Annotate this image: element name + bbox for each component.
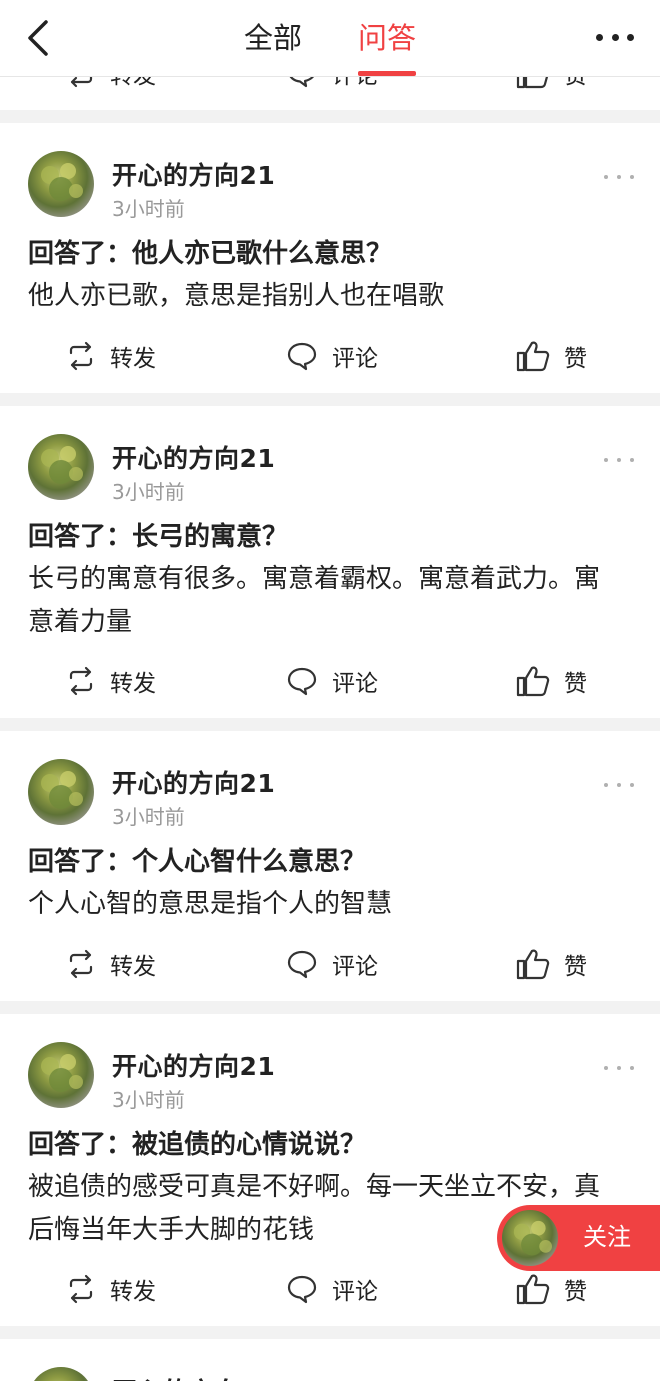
question-title[interactable]: 回答了：个人心智什么意思？ — [28, 841, 366, 878]
feed-card: 开心的方向21 3小时前 回答了：长弓的寓意？ 长弓的寓意有很多。寓意着霸权。寓… — [0, 406, 660, 718]
answer-text[interactable]: 长弓的寓意有很多。寓意着霸权。寓意着武力。寓意着力量 — [28, 558, 608, 644]
like-label: 赞 — [564, 346, 587, 372]
like-button[interactable]: 赞 — [516, 339, 587, 373]
comment-button[interactable]: 评论 — [286, 947, 378, 981]
question-title[interactable]: 回答了：长弓的寓意？ — [28, 516, 288, 553]
repost-icon — [69, 949, 93, 979]
card-more-button[interactable] — [604, 458, 634, 464]
comment-icon — [287, 667, 317, 696]
comment-label: 评论 — [332, 1279, 378, 1305]
username[interactable]: 开心的方向21 — [112, 1047, 275, 1083]
avatar[interactable] — [28, 759, 94, 825]
username[interactable]: 开心的方向21 — [112, 764, 275, 800]
username[interactable]: 开心的方向21 — [112, 156, 275, 192]
repost-button[interactable]: 转发 — [66, 664, 156, 698]
answer-text[interactable]: 他人亦已歌，意思是指别人也在唱歌 — [28, 275, 608, 318]
repost-icon — [69, 1274, 93, 1304]
post-time: 3小时前 — [112, 197, 185, 221]
more-horizontal-icon — [604, 1066, 608, 1070]
comment-button[interactable]: 评论 — [286, 1272, 378, 1306]
active-tab-indicator — [358, 71, 416, 76]
more-horizontal-icon — [604, 783, 608, 787]
comment-icon — [287, 1275, 317, 1304]
tab-qa[interactable]: 问答 — [358, 18, 416, 58]
username[interactable]: 开心的方向21 — [112, 1372, 275, 1381]
post-time: 3小时前 — [112, 1088, 185, 1112]
more-horizontal-icon — [596, 34, 603, 41]
more-menu-button[interactable] — [596, 34, 634, 42]
repost-label: 转发 — [110, 346, 156, 372]
avatar[interactable] — [28, 434, 94, 500]
question-title[interactable]: 回答了：他人亦已歌什么意思？ — [28, 233, 392, 270]
thumbs-up-icon — [516, 1274, 550, 1305]
repost-button[interactable]: 转发 — [66, 339, 156, 373]
repost-button[interactable]: 转发 — [66, 947, 156, 981]
comment-label: 评论 — [332, 954, 378, 980]
thumbs-up-icon — [516, 341, 550, 372]
card-more-button[interactable] — [604, 783, 634, 789]
follow-button[interactable]: 关注 — [497, 1205, 660, 1271]
feed-card-partial: 开心的方向21 — [0, 1339, 660, 1381]
repost-icon — [69, 666, 93, 696]
repost-button[interactable]: 转发 — [66, 1272, 156, 1306]
like-button[interactable]: 赞 — [516, 1272, 587, 1306]
like-button[interactable]: 赞 — [516, 664, 587, 698]
card-more-button[interactable] — [604, 1066, 634, 1072]
feed-card: 开心的方向21 3小时前 回答了：他人亦已歌什么意思？ 他人亦已歌，意思是指别人… — [0, 123, 660, 393]
like-button[interactable]: 赞 — [516, 947, 587, 981]
thumbs-up-icon — [516, 949, 550, 980]
like-label: 赞 — [564, 954, 587, 980]
like-label: 赞 — [564, 1279, 587, 1305]
comment-button[interactable]: 评论 — [286, 664, 378, 698]
repost-label: 转发 — [110, 954, 156, 980]
avatar[interactable] — [28, 1042, 94, 1108]
back-button[interactable] — [22, 16, 56, 60]
like-label: 赞 — [564, 671, 587, 697]
feed-card: 开心的方向21 3小时前 回答了：个人心智什么意思？ 个人心智的意思是指个人的智… — [0, 731, 660, 1001]
question-title[interactable]: 回答了：被追债的心情说说？ — [28, 1124, 366, 1161]
top-navigation-bar: 全部 问答 — [0, 0, 660, 77]
card-more-button[interactable] — [604, 175, 634, 181]
feed-card: 开心的方向21 3小时前 回答了：被追债的心情说说？ 被追债的感受可真是不好啊。… — [0, 1014, 660, 1326]
avatar[interactable] — [28, 151, 94, 217]
more-horizontal-icon — [604, 458, 608, 462]
tab-all[interactable]: 全部 — [244, 18, 302, 58]
post-time: 3小时前 — [112, 805, 185, 829]
repost-label: 转发 — [110, 1279, 156, 1305]
thumbs-up-icon — [516, 666, 550, 697]
more-horizontal-icon — [604, 175, 608, 179]
post-time: 3小时前 — [112, 480, 185, 504]
avatar — [500, 1208, 560, 1268]
repost-label: 转发 — [110, 671, 156, 697]
chevron-left-icon — [28, 20, 48, 56]
answer-text[interactable]: 个人心智的意思是指个人的智慧 — [28, 883, 608, 926]
comment-label: 评论 — [332, 346, 378, 372]
username[interactable]: 开心的方向21 — [112, 439, 275, 475]
repost-icon — [69, 341, 93, 371]
avatar[interactable] — [28, 1367, 94, 1381]
comment-icon — [287, 950, 317, 979]
comment-icon — [287, 342, 317, 371]
comment-label: 评论 — [332, 671, 378, 697]
follow-label: 关注 — [583, 1223, 631, 1251]
comment-button[interactable]: 评论 — [286, 339, 378, 373]
